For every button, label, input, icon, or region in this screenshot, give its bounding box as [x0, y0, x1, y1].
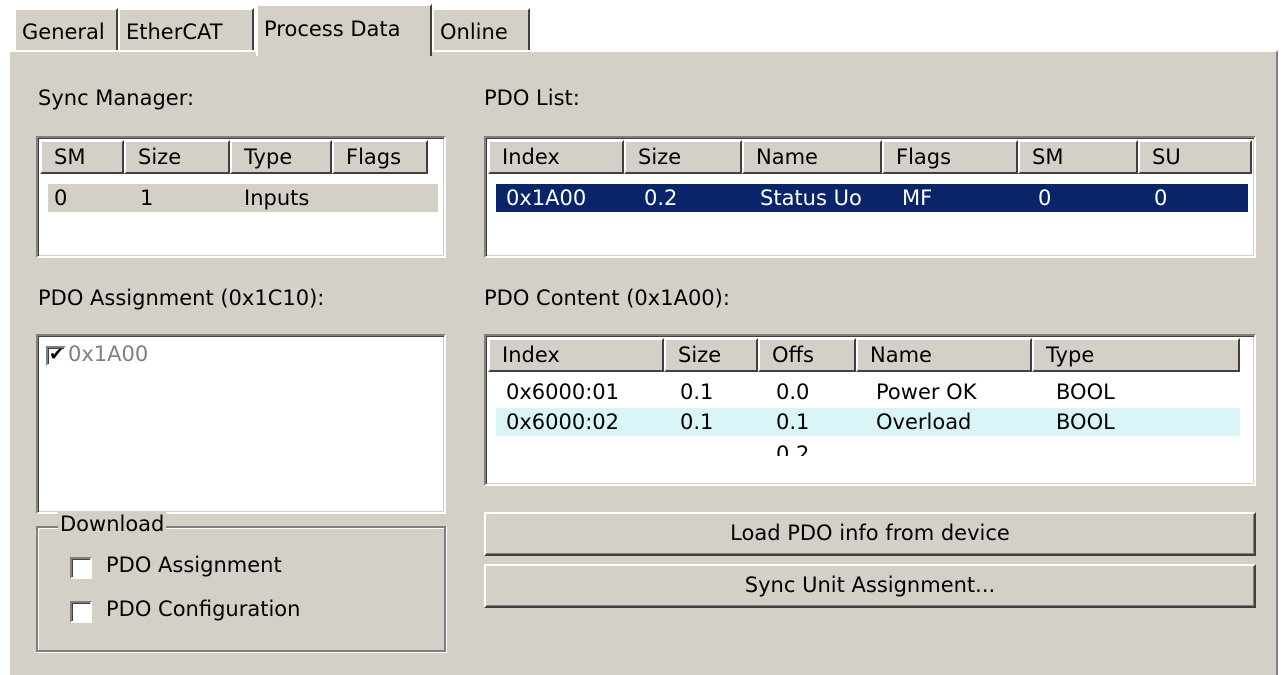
content-cell-type: BOOL [1056, 380, 1115, 404]
pdo-content-label: PDO Content (0x1A00): [484, 286, 730, 310]
pdo-col-su[interactable]: SU [1138, 140, 1252, 174]
content-col-offs[interactable]: Offs [758, 338, 856, 372]
pdo-list-label: PDO List: [484, 86, 580, 110]
sync-manager-list[interactable]: SM Size Type Flags 0 1 Inputs [36, 136, 446, 258]
content-col-name[interactable]: Name [856, 338, 1032, 372]
pdo-assignment-download-label[interactable]: PDO Assignment [106, 553, 282, 577]
table-row[interactable]: 0x1A00 0.2 Status Uo MF 0 0 [496, 184, 1248, 212]
pdo-col-size[interactable]: Size [624, 140, 742, 174]
content-col-index[interactable]: Index [488, 338, 664, 372]
content-cell-size: 0.1 [680, 380, 714, 404]
tab-online-label: Online [440, 20, 508, 44]
pdo-configuration-download-checkbox[interactable] [70, 601, 92, 623]
sm-cell-size: 1 [140, 186, 154, 210]
tab-general-label: General [22, 20, 105, 44]
pdo-col-sm[interactable]: SM [1018, 140, 1138, 174]
content-cell-index: 0x6000:01 [506, 380, 620, 404]
pdo-assignment-label: PDO Assignment (0x1C10): [38, 286, 325, 310]
download-group [36, 526, 446, 652]
pdo-assignment-list[interactable]: ✔ 0x1A00 [36, 334, 446, 514]
pdo-cell-index: 0x1A00 [506, 186, 587, 210]
sync-manager-label: Sync Manager: [38, 86, 195, 110]
content-col-type[interactable]: Type [1032, 338, 1240, 372]
content-cell-offs: 0.1 [776, 410, 810, 434]
pdo-assignment-item[interactable]: 0x1A00 [68, 340, 148, 368]
pdo-col-flags[interactable]: Flags [882, 140, 1018, 174]
pdo-cell-su: 0 [1154, 186, 1168, 210]
sm-cell-type: Inputs [244, 186, 310, 210]
content-cell-name: Overload [876, 410, 972, 434]
content-cell-offs: 0.0 [776, 380, 810, 404]
tab-process-data-label: Process Data [264, 17, 401, 41]
pdo-list[interactable]: Index Size Name Flags SM SU 0x1A00 0.2 S… [484, 136, 1256, 258]
pdo-content-list[interactable]: Index Size Offs Name Type 0x6000:01 0.1 … [484, 334, 1256, 486]
table-row[interactable]: 0.2 [496, 440, 1240, 456]
tab-online[interactable]: Online [432, 8, 530, 52]
pdo-col-name[interactable]: Name [742, 140, 882, 174]
table-row[interactable]: 0x6000:01 0.1 0.0 Power OK BOOL [496, 378, 1240, 406]
content-cell-offs: 0.2 [776, 442, 810, 456]
active-tab-join [258, 48, 430, 54]
sm-cell-sm: 0 [54, 186, 68, 210]
content-col-size[interactable]: Size [664, 338, 758, 372]
pdo-cell-size: 0.2 [644, 186, 678, 210]
pdo-cell-flags: MF [902, 186, 933, 210]
pdo-configuration-download-label[interactable]: PDO Configuration [106, 597, 300, 621]
pdo-assignment-download-checkbox[interactable] [70, 557, 92, 579]
tab-ethercat[interactable]: EtherCAT [118, 8, 254, 52]
sm-col-size[interactable]: Size [124, 140, 230, 174]
sm-col-flags[interactable]: Flags [332, 140, 428, 174]
sync-unit-assignment-button[interactable]: Sync Unit Assignment... [484, 564, 1256, 608]
check-icon: ✔ [49, 344, 65, 365]
pdo-cell-name: Status Uo [760, 186, 862, 210]
pdo-cell-sm: 0 [1038, 186, 1052, 210]
tab-ethercat-label: EtherCAT [126, 20, 223, 44]
sm-col-sm[interactable]: SM [40, 140, 124, 174]
content-cell-name: Power OK [876, 380, 977, 404]
content-cell-index: 0x6000:02 [506, 410, 620, 434]
load-pdo-info-button[interactable]: Load PDO info from device [484, 512, 1256, 556]
table-row[interactable]: 0 1 Inputs [48, 184, 438, 212]
sm-col-type[interactable]: Type [230, 140, 332, 174]
download-group-title: Download [58, 512, 167, 536]
content-cell-size: 0.1 [680, 410, 714, 434]
table-row[interactable]: 0x6000:02 0.1 0.1 Overload BOOL [496, 408, 1240, 436]
pdo-col-index[interactable]: Index [488, 140, 624, 174]
pdo-assignment-checkbox[interactable]: ✔ [46, 344, 66, 366]
content-cell-type: BOOL [1056, 410, 1115, 434]
tab-general[interactable]: General [14, 8, 118, 52]
